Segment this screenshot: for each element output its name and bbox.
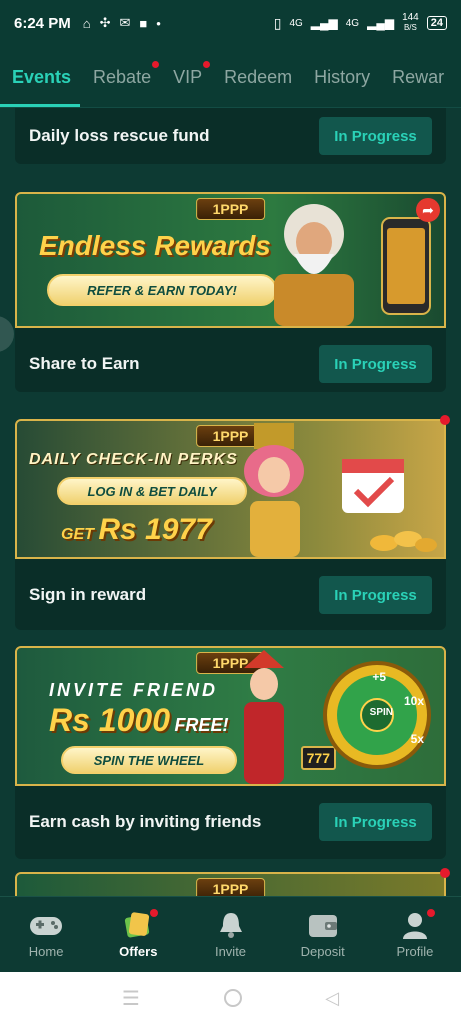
badge-dot	[440, 415, 450, 425]
in-progress-button[interactable]: In Progress	[319, 345, 432, 383]
tab-history[interactable]: History	[314, 59, 370, 96]
wheel-center-label: SPIN	[369, 707, 393, 718]
in-progress-button[interactable]: In Progress	[319, 803, 432, 841]
invite-banner[interactable]: 1PPP INVITE FRIEND Rs 1000 FREE! SPIN TH…	[15, 646, 446, 786]
nav-offers[interactable]: Offers	[92, 897, 184, 972]
banner-pill: REFER & EARN TODAY!	[47, 274, 277, 306]
status-bar: 6:24 PM ⌂ ✣ ✉ ■ • ▯ 4G ▂▄▆ 4G ▂▄▆ 144 B/…	[0, 0, 461, 46]
events-list[interactable]: Daily loss rescue fund In Progress 1PPP …	[0, 108, 461, 896]
nav-deposit[interactable]: Deposit	[277, 897, 369, 972]
signal-icon: ▂▄▆	[310, 16, 338, 30]
wheel-label: 5x	[410, 732, 424, 746]
calendar-check-icon	[342, 459, 404, 513]
checkin-banner[interactable]: 1PPP DAILY CHECK-IN PERKS LOG IN & BET D…	[15, 419, 446, 559]
event-title: Daily loss rescue fund	[29, 126, 210, 145]
brand-logo: 1PPP	[195, 878, 266, 896]
tab-events[interactable]: Events	[12, 59, 71, 96]
banner-headline: INVITE FRIEND	[49, 680, 219, 700]
gamepad-status-icon: ⌂	[82, 15, 91, 31]
share-earn-banner[interactable]: 1PPP Endless Rewards REFER & EARN TODAY!…	[15, 192, 446, 328]
banner-headline: Endless Rewards	[39, 230, 271, 261]
event-card: 1PPP DAILY CHECK-IN PERKS LOG IN & BET D…	[15, 415, 450, 630]
phone-image	[381, 217, 431, 315]
gamepad-icon	[29, 910, 63, 940]
tab-bar: Events Rebate VIP Redeem History Rewar	[0, 46, 461, 108]
nav-home[interactable]: Home	[0, 897, 92, 972]
in-progress-button[interactable]: In Progress	[319, 117, 432, 155]
dot-status-icon: •	[156, 15, 161, 31]
battery-icon: 24	[426, 16, 447, 30]
event-title: Sign in reward	[29, 585, 147, 604]
mail-status-icon: ✉	[119, 15, 131, 30]
network-1: 4G	[289, 17, 303, 29]
event-card: 1PPP	[15, 868, 450, 896]
net-speed: 144 B/S	[402, 12, 419, 33]
tab-vip[interactable]: VIP	[173, 59, 211, 96]
wallet-icon	[306, 910, 340, 940]
event-card: 1PPP Endless Rewards REFER & EARN TODAY!…	[15, 192, 446, 392]
badge-dot	[440, 868, 450, 878]
network-2: 4G	[345, 17, 360, 29]
event-banner[interactable]: 1PPP	[15, 872, 446, 896]
character-image	[244, 423, 304, 557]
event-title: Earn cash by inviting friends	[29, 812, 262, 831]
event-card: 1PPP INVITE FRIEND Rs 1000 FREE! SPIN TH…	[15, 646, 446, 859]
fan-status-icon: ✣	[99, 15, 111, 30]
status-time: 6:24 PM	[14, 14, 71, 32]
badge-dot	[150, 909, 159, 917]
system-nav-bar: ☰ ◁	[0, 972, 461, 1024]
signal-icon-2: ▂▄▆	[367, 16, 395, 30]
bottom-nav: Home Offers Invite Deposit Profile	[0, 896, 461, 972]
banner-pill: SPIN THE WHEEL	[61, 746, 237, 774]
wheel-label: 10x	[403, 694, 424, 708]
vibrate-icon: ▯	[273, 14, 282, 31]
in-progress-button[interactable]: In Progress	[319, 576, 432, 614]
share-icon[interactable]: ➦	[416, 198, 440, 222]
tab-rebate[interactable]: Rebate	[93, 59, 160, 96]
banner-headline: DAILY CHECK-IN PERKS	[29, 451, 238, 468]
back-icon[interactable]: ◁	[325, 988, 339, 1009]
menu-icon[interactable]: ☰	[122, 986, 140, 1011]
badge-dot	[427, 909, 436, 917]
event-title: Share to Earn	[29, 354, 140, 373]
coins-image	[370, 531, 437, 552]
reward-amount: GET Rs 1977	[61, 513, 212, 546]
nav-profile[interactable]: Profile	[369, 897, 461, 972]
tab-rewards[interactable]: Rewar	[392, 59, 444, 96]
banner-pill: LOG IN & BET DAILY	[57, 477, 247, 505]
badge-dot	[152, 60, 160, 68]
badge-dot	[203, 60, 211, 68]
nav-invite[interactable]: Invite	[184, 897, 276, 972]
reward-amount: Rs 1000 FREE!	[49, 702, 229, 738]
bell-icon	[214, 910, 248, 940]
square-status-icon: ■	[139, 15, 148, 31]
tab-redeem[interactable]: Redeem	[224, 59, 292, 96]
jester-character-image	[244, 650, 284, 784]
event-card: Daily loss rescue fund In Progress	[15, 108, 446, 164]
wheel-label: +5	[372, 670, 386, 684]
zeus-character-image	[274, 204, 354, 326]
home-circle-icon[interactable]	[223, 989, 242, 1007]
